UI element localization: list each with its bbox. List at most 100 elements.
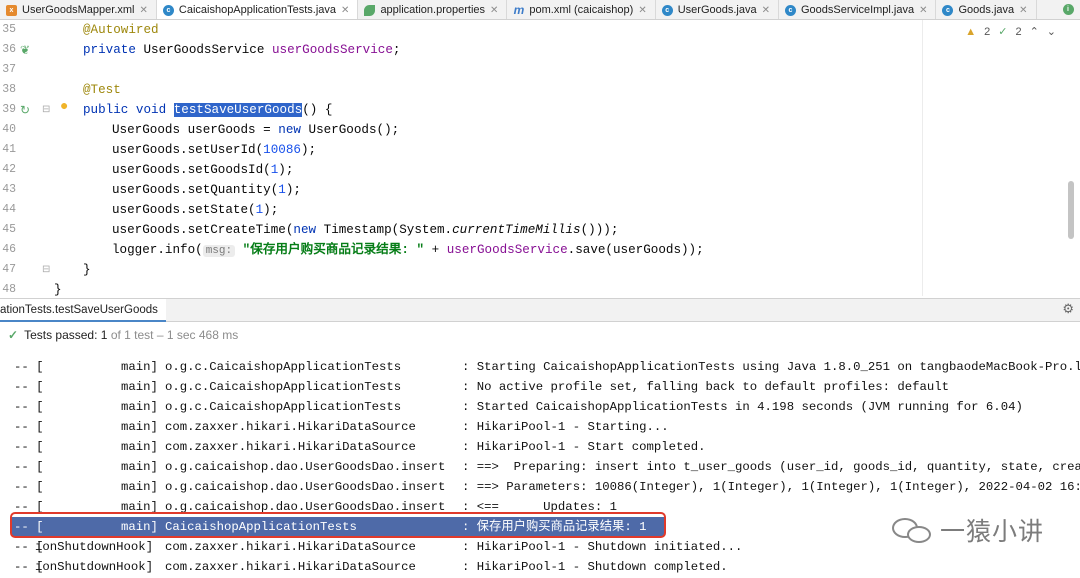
tab-goods-java[interactable]: c Goods.java ✕ xyxy=(936,0,1037,19)
log-thread: main] xyxy=(121,440,158,454)
line-number: 41 xyxy=(2,143,16,156)
console-line[interactable]: -- [main] o.g.c.CaicaishopApplicationTest… xyxy=(0,357,1080,377)
close-icon[interactable]: ✕ xyxy=(140,5,148,16)
code-line-40: UserGoods userGoods = new UserGoods(); xyxy=(112,120,399,140)
warning-count: 2 xyxy=(984,25,991,38)
run-tab[interactable]: ationTests.testSaveUserGoods xyxy=(0,299,166,322)
tab-label: pom.xml (caicaishop) xyxy=(529,4,634,16)
code-editor[interactable]: @Autowired private UserGoodsService user… xyxy=(54,20,1066,297)
spring-properties-icon xyxy=(364,4,376,16)
code-token: logger.info( xyxy=(112,243,203,257)
log-prefix: -- [ xyxy=(14,420,44,434)
chevron-up-icon[interactable]: ⌃ xyxy=(1030,25,1039,38)
code-token: ); xyxy=(263,203,279,217)
status-label: Tests passed: xyxy=(24,328,98,342)
tab-usergoods-java[interactable]: c UserGoods.java ✕ xyxy=(656,0,779,19)
console-line[interactable]: -- [ionShutdownHook] com.zaxxer.hikari.Hi… xyxy=(0,557,1080,577)
close-icon[interactable]: ✕ xyxy=(1019,5,1027,16)
test-status-bar: ✓ Tests passed: 1 of 1 test – 1 sec 468 m… xyxy=(0,324,1080,346)
close-icon[interactable]: ✕ xyxy=(762,5,770,16)
tab-label: Goods.java xyxy=(958,4,1015,16)
log-message: : No active profile set, falling back to… xyxy=(462,380,950,394)
close-icon[interactable]: ✕ xyxy=(638,5,646,16)
tab-pom-xml[interactable]: m pom.xml (caicaishop) ✕ xyxy=(507,0,656,19)
run-test-icon[interactable]: ↻ xyxy=(20,100,30,120)
console-line[interactable]: -- [main] o.g.c.CaicaishopApplicationTest… xyxy=(0,397,1080,417)
line-number: 36 xyxy=(2,43,16,56)
line-number: 44 xyxy=(2,203,16,216)
log-logger: o.g.caicaishop.dao.UserGoodsDao.insert xyxy=(165,480,446,494)
log-logger: o.g.caicaishop.dao.UserGoodsDao.insert xyxy=(165,460,446,474)
console-line[interactable]: -- [main] o.g.c.CaicaishopApplicationTest… xyxy=(0,377,1080,397)
xml-file-icon: x xyxy=(6,4,17,16)
line-number: 42 xyxy=(2,163,16,176)
tab-application-properties[interactable]: application.properties ✕ xyxy=(358,0,508,19)
code-line-41: userGoods.setUserId(10086); xyxy=(112,140,316,160)
check-icon: ✓ xyxy=(998,26,1008,38)
tab-caicaishopapplicationtests[interactable]: c CaicaishopApplicationTests.java ✕ xyxy=(156,0,359,19)
tab-label: GoodsServiceImpl.java xyxy=(800,4,915,16)
log-message: : HikariPool-1 - Shutdown completed. xyxy=(462,560,728,574)
editor-tab-bar: x UserGoodsMapper.xml ✕ c CaicaishopApplica… xyxy=(0,0,1080,20)
highlight-box xyxy=(10,512,666,538)
selected-method-name[interactable]: testSaveUserGoods xyxy=(173,103,303,117)
java-class-icon: c xyxy=(162,4,174,16)
gear-icon[interactable]: ⚙ xyxy=(1062,301,1074,317)
tab-overflow-button[interactable]: i xyxy=(1056,0,1080,19)
code-line-39: public void testSaveUserGoods() { xyxy=(83,100,332,120)
editor-gutter: 35 36 37 38 39 40 41 42 43 44 45 46 47 4… xyxy=(0,20,56,296)
fold-icon[interactable]: ⊟ xyxy=(42,100,50,120)
chevron-down-icon[interactable]: ⌄ xyxy=(1047,25,1056,38)
editor-scrollbar[interactable] xyxy=(1068,181,1074,239)
lightbulb-icon[interactable]: ● xyxy=(60,97,68,117)
log-message: : HikariPool-1 - Shutdown initiated... xyxy=(462,540,743,554)
java-class-icon: c xyxy=(661,4,673,16)
log-logger: com.zaxxer.hikari.HikariDataSource xyxy=(165,560,416,574)
field-token: userGoodsService xyxy=(446,243,568,257)
log-message: : HikariPool-1 - Start completed. xyxy=(462,440,706,454)
close-icon[interactable]: ✕ xyxy=(490,5,498,16)
annotation-token: @Test xyxy=(83,83,121,97)
fold-icon[interactable]: ⊟ xyxy=(42,260,50,280)
log-logger: com.zaxxer.hikari.HikariDataSource xyxy=(165,540,416,554)
tab-label: application.properties xyxy=(380,4,486,16)
code-line-36: private UserGoodsService userGoodsServic… xyxy=(83,40,400,60)
code-line-43: userGoods.setQuantity(1); xyxy=(112,180,301,200)
inspection-widget[interactable]: ▲ 2 ✓ 2 ⌃ ⌄ xyxy=(965,25,1056,39)
log-message: : Starting CaicaishopApplicationTests us… xyxy=(462,360,1080,374)
console-line[interactable]: -- [main] o.g.caicaishop.dao.UserGoodsDao… xyxy=(0,477,1080,497)
code-line-46: logger.info(msg: "保存用户购买商品记录结果: " + user… xyxy=(112,240,704,260)
tab-label: UserGoods.java xyxy=(677,4,757,16)
line-number: 35 xyxy=(2,23,16,36)
parameter-hint: msg: xyxy=(202,245,236,257)
code-token: Timestamp(System. xyxy=(316,223,453,237)
keyword-token: void xyxy=(135,103,167,117)
spring-bean-icon[interactable]: ❦ xyxy=(20,40,30,60)
code-token: ); xyxy=(278,163,294,177)
string-token: "保存用户购买商品记录结果: " xyxy=(242,243,425,257)
line-number: 48 xyxy=(2,283,16,296)
code-token: + xyxy=(424,243,447,257)
punct-token: ; xyxy=(392,43,401,57)
code-line-47: } xyxy=(83,260,91,280)
tab-goodsserviceimpl-java[interactable]: c GoodsServiceImpl.java ✕ xyxy=(779,0,937,19)
console-line[interactable]: -- [main] o.g.caicaishop.dao.UserGoodsDao… xyxy=(0,457,1080,477)
line-number: 37 xyxy=(2,63,16,76)
log-logger: com.zaxxer.hikari.HikariDataSource xyxy=(165,440,416,454)
more-tabs-icon: i xyxy=(1062,4,1074,15)
tab-usergoodsmapper-xml[interactable]: x UserGoodsMapper.xml ✕ xyxy=(0,0,157,19)
number-token: 10086 xyxy=(263,143,301,157)
code-token: ())); xyxy=(580,223,619,237)
log-thread: ionShutdownHook] xyxy=(35,560,154,574)
line-number: 45 xyxy=(2,223,16,236)
line-number: 40 xyxy=(2,123,16,136)
console-line[interactable]: -- [main] com.zaxxer.hikari.HikariDataSou… xyxy=(0,437,1080,457)
code-token: ); xyxy=(285,183,301,197)
log-prefix: -- [ xyxy=(14,360,44,374)
run-toolbar: ationTests.testSaveUserGoods ⚙ xyxy=(0,298,1080,322)
log-logger: o.g.c.CaicaishopApplicationTests xyxy=(165,380,402,394)
close-icon[interactable]: ✕ xyxy=(919,5,927,16)
code-token: UserGoods userGoods = xyxy=(112,123,279,137)
console-line[interactable]: -- [main] com.zaxxer.hikari.HikariDataSou… xyxy=(0,417,1080,437)
close-icon[interactable]: ✕ xyxy=(341,5,349,16)
